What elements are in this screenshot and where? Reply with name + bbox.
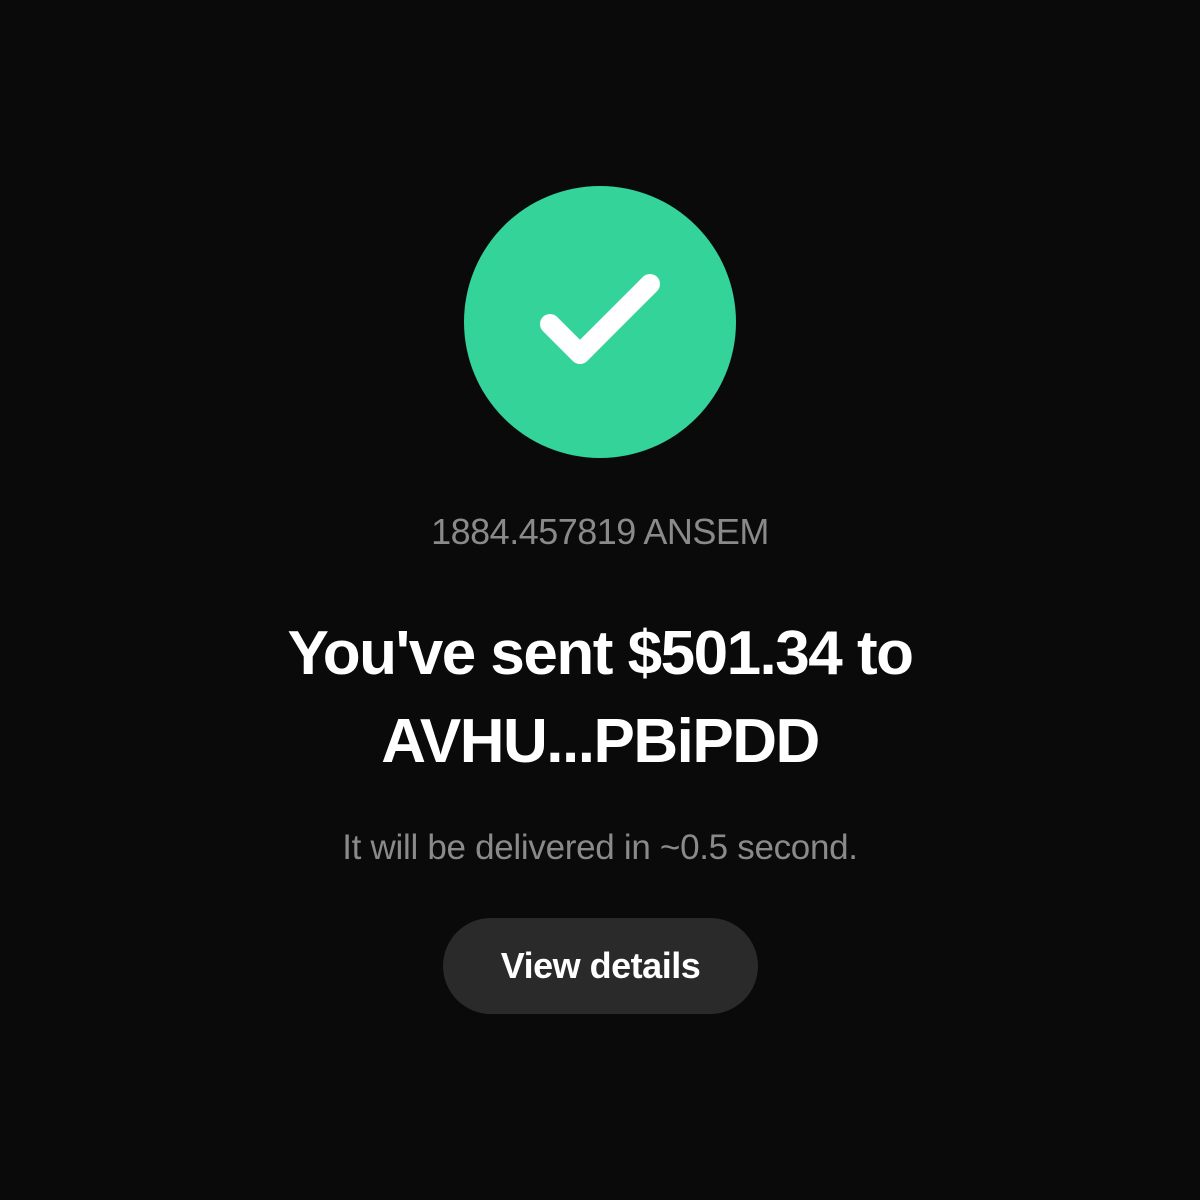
headline-amount-line: You've sent $501.34 to (287, 619, 915, 688)
transfer-success-screen: 1884.457819 ANSEM You've sent $501.34 to… (0, 0, 1200, 1200)
success-badge (464, 186, 736, 458)
view-details-button[interactable]: View details (443, 918, 758, 1014)
success-headline: You've sent $501.34 to AVHU...PBiPDD (150, 610, 1050, 786)
checkmark-icon (540, 274, 660, 364)
headline-recipient-address: AVHU...PBiPDD (381, 707, 820, 776)
token-amount: 1884.457819 ANSEM (431, 511, 769, 552)
delivery-note: It will be delivered in ~0.5 second. (342, 828, 858, 867)
